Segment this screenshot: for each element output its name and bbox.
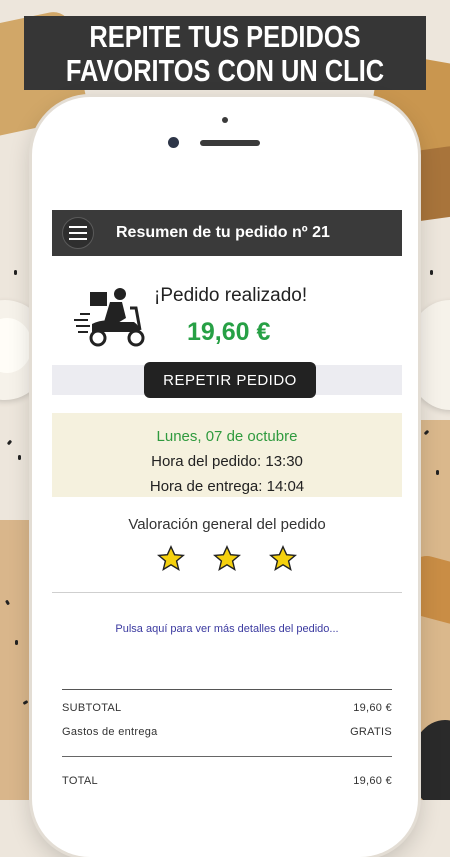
- front-camera: [168, 137, 179, 148]
- shipping-label: Gastos de entrega: [62, 726, 158, 738]
- order-details-link[interactable]: Pulsa aquí para ver más detalles del ped…: [52, 623, 402, 635]
- total-label: TOTAL: [62, 775, 98, 787]
- app-screen: Resumen de tu pedido nº 21 ¡Pedido reali…: [52, 210, 402, 800]
- star-icon[interactable]: [157, 545, 185, 573]
- banner-line-1: REPITE TUS PEDIDOS: [89, 19, 361, 54]
- order-times: Lunes, 07 de octubre Hora del pedido: 13…: [52, 413, 402, 497]
- star-icon[interactable]: [269, 545, 297, 573]
- order-time: Hora del pedido: 13:30: [151, 453, 303, 470]
- earpiece-speaker: [200, 140, 260, 146]
- total-row: TOTAL 19,60 €: [62, 775, 392, 787]
- delivery-time: Hora de entrega: 14:04: [149, 478, 305, 495]
- sensor-dot: [222, 117, 228, 123]
- subtotal-value: 19,60 €: [353, 702, 392, 714]
- hamburger-menu-icon[interactable]: [62, 217, 94, 249]
- order-status: ¡Pedido realizado!: [154, 285, 308, 306]
- order-header: ¡Pedido realizado! 19,60 €: [52, 256, 402, 365]
- order-rating: Valoración general del pedido: [52, 497, 402, 593]
- rating-title: Valoración general del pedido: [128, 516, 326, 533]
- order-summary: SUBTOTAL 19,60 € Gastos de entrega GRATI…: [62, 689, 392, 787]
- total-value: 19,60 €: [353, 775, 392, 787]
- shipping-value: GRATIS: [350, 726, 392, 738]
- promo-banner: REPITE TUS PEDIDOS FAVORITOS CON UN CLIC: [24, 16, 426, 90]
- summary-divider: [62, 756, 392, 757]
- star-icon[interactable]: [213, 545, 241, 573]
- delivery-scooter-icon: [74, 288, 145, 347]
- subtotal-label: SUBTOTAL: [62, 702, 122, 714]
- order-date: Lunes, 07 de octubre: [156, 428, 298, 445]
- shipping-row: Gastos de entrega GRATIS: [62, 726, 392, 738]
- subtotal-row: SUBTOTAL 19,60 €: [62, 702, 392, 714]
- banner-line-2: FAVORITOS CON UN CLIC: [65, 53, 385, 88]
- order-total: 19,60 €: [187, 318, 271, 346]
- repeat-order-button[interactable]: REPETIR PEDIDO: [144, 362, 316, 398]
- rating-stars: [52, 545, 402, 573]
- page-title: Resumen de tu pedido nº 21: [116, 224, 330, 241]
- app-bar: Resumen de tu pedido nº 21: [52, 210, 402, 256]
- button-band: REPETIR PEDIDO: [52, 362, 402, 398]
